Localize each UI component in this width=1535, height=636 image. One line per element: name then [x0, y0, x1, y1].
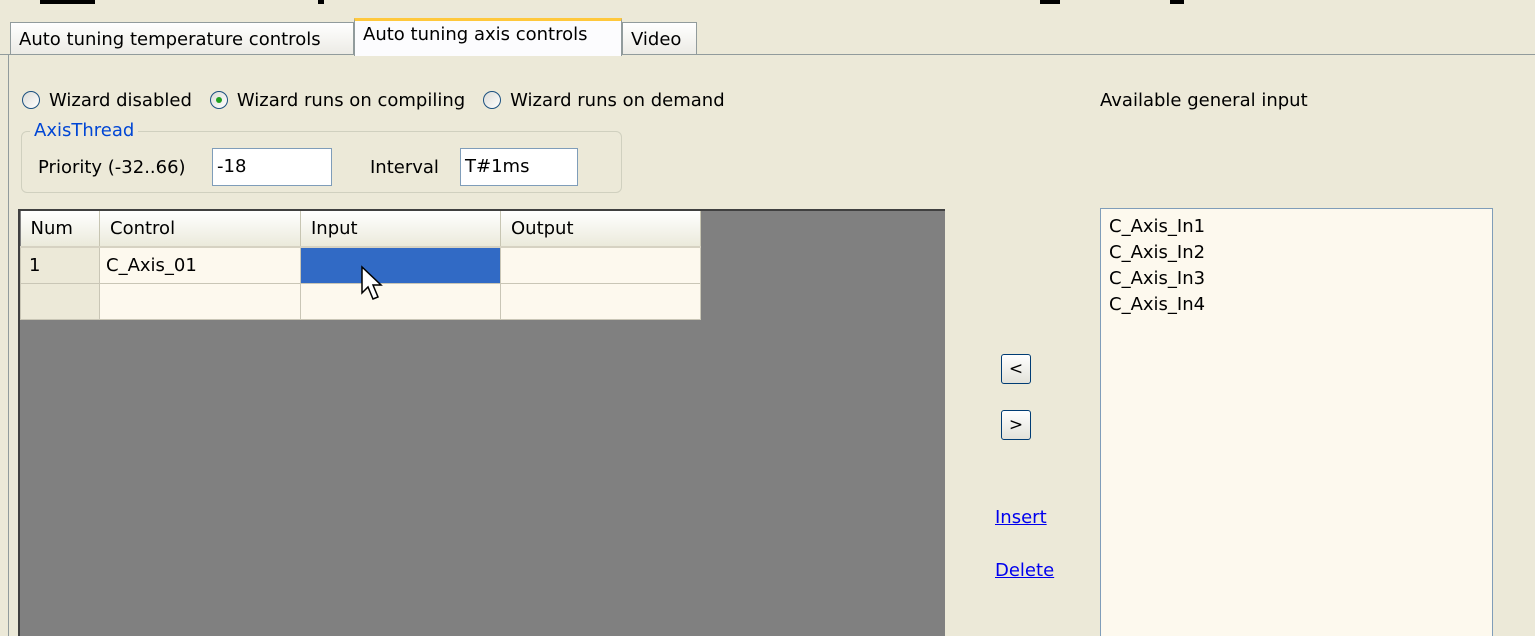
radio-circle[interactable]: [22, 91, 40, 109]
grid-header-row: Num Control Input Output: [20, 211, 701, 248]
axis-thread-title: AxisThread: [30, 120, 139, 141]
top-mark: [40, 0, 95, 4]
top-mark: [1170, 0, 1184, 4]
move-right-button[interactable]: >: [1001, 410, 1031, 440]
window-top-edge: [0, 0, 1535, 8]
available-input-list[interactable]: C_Axis_In1 C_Axis_In2 C_Axis_In3 C_Axis_…: [1100, 208, 1493, 636]
cell-input-selected[interactable]: [300, 246, 501, 284]
tab-bar: Auto tuning temperature controls Auto tu…: [0, 8, 1535, 56]
radio-label: Wizard disabled: [49, 89, 192, 111]
mouse-pointer-icon: [361, 265, 383, 300]
header-num[interactable]: Num: [20, 211, 100, 248]
cell-control[interactable]: C_Axis_01: [99, 246, 301, 284]
radio-wizard-disabled[interactable]: Wizard disabled: [22, 90, 192, 111]
header-input[interactable]: Input: [300, 211, 501, 248]
top-mark: [318, 0, 324, 4]
header-output[interactable]: Output: [500, 211, 701, 248]
interval-label: Interval: [370, 157, 439, 178]
header-control[interactable]: Control: [99, 211, 301, 248]
radio-wizard-on-demand[interactable]: Wizard runs on demand: [483, 89, 725, 111]
panel-left-border: [8, 55, 9, 636]
radio-label: Wizard runs on compiling: [236, 89, 466, 111]
tab-video[interactable]: Video: [622, 22, 697, 54]
cell-output[interactable]: [500, 282, 701, 320]
radio-circle-checked[interactable]: [209, 91, 228, 109]
top-mark: [1040, 0, 1060, 4]
available-input-label: Available general input: [1100, 90, 1308, 111]
cell-output[interactable]: [500, 246, 701, 284]
cell-num[interactable]: 1: [20, 246, 100, 284]
tab-axis-controls[interactable]: Auto tuning axis controls: [354, 18, 622, 56]
cell-input[interactable]: [300, 282, 501, 320]
list-item[interactable]: C_Axis_In1: [1109, 214, 1492, 240]
list-item[interactable]: C_Axis_In4: [1109, 292, 1492, 318]
tab-baseline: [0, 54, 1535, 55]
move-left-button[interactable]: <: [1001, 354, 1031, 384]
wizard-mode-group: Wizard disabled Wizard runs on compiling…: [22, 86, 743, 114]
cell-control[interactable]: [99, 282, 301, 320]
radio-circle[interactable]: [483, 91, 502, 109]
delete-link[interactable]: Delete: [995, 560, 1054, 581]
list-item[interactable]: C_Axis_In2: [1109, 240, 1492, 266]
priority-label: Priority (-32..66): [38, 157, 186, 178]
interval-input[interactable]: T#1ms: [460, 148, 578, 186]
radio-wizard-on-compiling[interactable]: Wizard runs on compiling: [209, 89, 466, 111]
insert-link[interactable]: Insert: [995, 507, 1047, 528]
cell-num[interactable]: [20, 282, 100, 320]
list-item[interactable]: C_Axis_In3: [1109, 266, 1492, 292]
tab-temperature-controls[interactable]: Auto tuning temperature controls: [10, 22, 354, 54]
priority-input[interactable]: -18: [212, 148, 332, 186]
radio-label: Wizard runs on demand: [510, 89, 725, 111]
